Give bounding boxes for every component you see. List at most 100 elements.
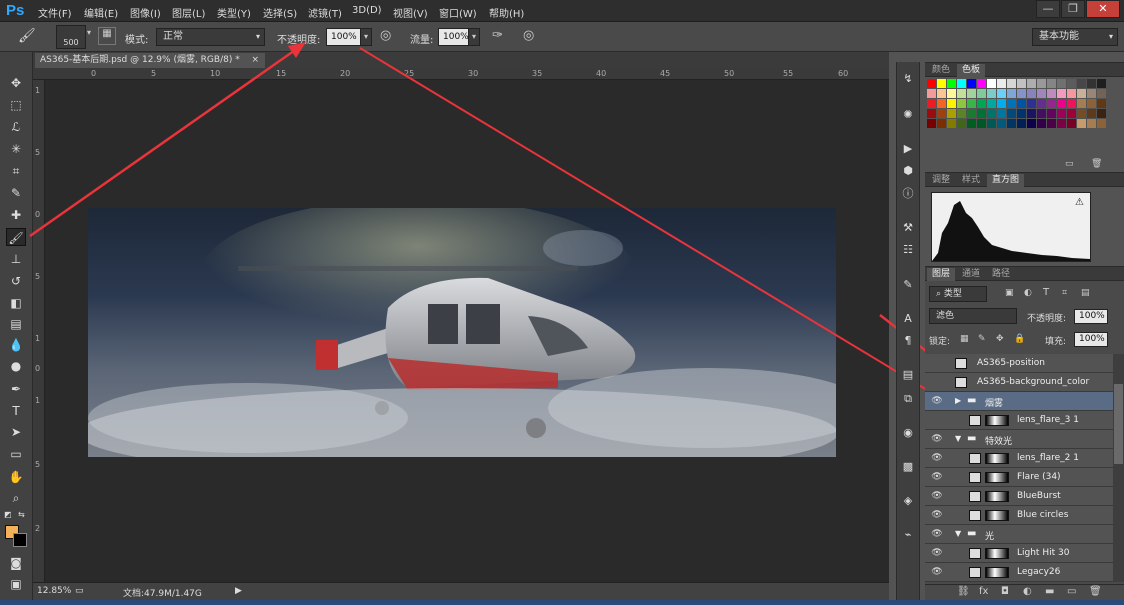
notes-icon[interactable]: ▤ (899, 366, 917, 384)
mask-icon[interactable]: ◘ (1001, 586, 1009, 597)
color-swatch[interactable] (977, 99, 986, 108)
color-swatch[interactable] (1057, 89, 1066, 98)
color-swatch[interactable] (1007, 119, 1016, 128)
color-swatch[interactable] (937, 79, 946, 88)
visibility-eye-icon[interactable]: 👁 (931, 396, 943, 406)
color-swatch[interactable] (1087, 109, 1096, 118)
color-swatch[interactable] (957, 119, 966, 128)
color-swatch[interactable] (1077, 79, 1086, 88)
color-swatch[interactable] (1087, 79, 1096, 88)
color-swatch[interactable] (947, 79, 956, 88)
color-swatch[interactable] (1067, 79, 1076, 88)
brush-settings-icon[interactable]: ✎ (899, 276, 917, 294)
fx-icon[interactable]: fx (979, 586, 988, 597)
layer-filter-select[interactable]: ⌕ 类型 (929, 286, 987, 302)
color-swatch[interactable] (1027, 89, 1036, 98)
color-swatch[interactable] (1057, 119, 1066, 128)
color-swatch[interactable] (937, 89, 946, 98)
timeline-icon[interactable]: ⌁ (899, 526, 917, 544)
layer-row[interactable]: 👁 Blue circles (925, 506, 1113, 525)
visibility-eye-icon[interactable]: 👁 (931, 453, 943, 463)
color-swatch[interactable] (997, 79, 1006, 88)
paragraph-icon[interactable]: ¶ (899, 332, 917, 350)
color-swatch[interactable] (1037, 99, 1046, 108)
color-swatch[interactable] (1087, 99, 1096, 108)
color-swatch[interactable] (987, 99, 996, 108)
layer-row[interactable]: 👁 ▶ ▬ 烟雾 (925, 392, 1113, 411)
color-swatch[interactable] (997, 89, 1006, 98)
visibility-eye-icon[interactable]: 👁 (931, 434, 943, 444)
filter-shape-icon[interactable]: ⌗ (1062, 288, 1067, 298)
color-swatch[interactable] (1037, 79, 1046, 88)
color-swatch[interactable] (1097, 109, 1106, 118)
color-swatch[interactable] (1007, 89, 1016, 98)
tab-paths[interactable]: 路径 (987, 268, 1015, 281)
tab-adjustments[interactable]: 调整 (927, 174, 955, 187)
folder-icon[interactable]: ▬ (1045, 586, 1054, 597)
color-swatch[interactable] (977, 89, 986, 98)
color-swatch[interactable] (1087, 119, 1096, 128)
tab-swatches[interactable]: 色板 (957, 64, 986, 77)
color-swatch[interactable] (987, 109, 996, 118)
visibility-eye-icon[interactable]: 👁 (931, 491, 943, 501)
color-swatch[interactable] (967, 89, 976, 98)
lock-image-icon[interactable]: ✎ (978, 334, 986, 344)
color-swatch[interactable] (1077, 119, 1086, 128)
color-swatch[interactable] (1017, 89, 1026, 98)
3d-icon[interactable]: ⬢ (899, 162, 917, 180)
color-swatch[interactable] (957, 109, 966, 118)
color-swatch[interactable] (947, 89, 956, 98)
visibility-eye-icon[interactable]: 👁 (931, 548, 943, 558)
layer-row[interactable]: AS365-position (925, 354, 1113, 373)
visibility-eye-icon[interactable] (931, 415, 943, 425)
color-swatch[interactable] (1057, 99, 1066, 108)
color-swatch[interactable] (927, 99, 936, 108)
layer-row[interactable]: AS365-background_color (925, 373, 1113, 392)
adjust-settings-icon[interactable]: ☷ (899, 241, 917, 259)
visibility-eye-icon[interactable]: 👁 (931, 510, 943, 520)
layers-scrollbar[interactable] (1113, 354, 1124, 582)
color-swatch[interactable] (1027, 79, 1036, 88)
plugin-icon[interactable]: ◉ (899, 424, 917, 442)
visibility-eye-icon[interactable] (931, 358, 943, 368)
color-swatch[interactable] (1047, 119, 1056, 128)
color-swatch[interactable] (977, 79, 986, 88)
color-swatch[interactable] (1067, 89, 1076, 98)
color-swatch[interactable] (1097, 79, 1106, 88)
fill-input[interactable]: 100% (1074, 332, 1108, 347)
layer-row[interactable]: 👁 ▼ ▬ 特效光 (925, 430, 1113, 449)
color-swatch[interactable] (997, 99, 1006, 108)
color-swatch[interactable] (1007, 99, 1016, 108)
color-swatch[interactable] (1017, 109, 1026, 118)
info-icon[interactable]: ⓘ (899, 185, 917, 203)
color-swatch[interactable] (1037, 109, 1046, 118)
filter-adjustment-icon[interactable]: ◐ (1024, 288, 1032, 298)
color-swatch[interactable] (937, 109, 946, 118)
color-swatch[interactable] (947, 119, 956, 128)
warning-icon[interactable]: ⚠ (1075, 197, 1084, 208)
color-swatch[interactable] (1037, 89, 1046, 98)
color-swatch[interactable] (1027, 109, 1036, 118)
layer-row[interactable]: 👁 BlueBurst (925, 487, 1113, 506)
color-swatch[interactable] (957, 99, 966, 108)
tool-presets-icon[interactable]: ⚒ (899, 219, 917, 237)
filter-pixel-icon[interactable]: ▣ (1005, 288, 1014, 298)
color-swatch[interactable] (957, 79, 966, 88)
styles-icon[interactable]: ◈ (899, 492, 917, 510)
color-swatch[interactable] (997, 109, 1006, 118)
color-swatch[interactable] (1017, 79, 1026, 88)
blend-mode-select[interactable]: 滤色 (929, 308, 1017, 324)
scrollbar-thumb[interactable] (1114, 384, 1123, 464)
collapse-arrow-icon[interactable]: ▼ (955, 529, 961, 538)
color-swatch[interactable] (1077, 89, 1086, 98)
color-swatch[interactable] (927, 109, 936, 118)
color-swatch[interactable] (1027, 99, 1036, 108)
color-swatch[interactable] (1097, 89, 1106, 98)
color-swatch[interactable] (1067, 109, 1076, 118)
color-swatch[interactable] (1047, 99, 1056, 108)
history-panel-icon[interactable]: ↯ (899, 70, 917, 88)
tab-histogram[interactable]: 直方图 (987, 174, 1025, 187)
visibility-eye-icon[interactable] (931, 377, 943, 387)
visibility-eye-icon[interactable]: 👁 (931, 529, 943, 539)
color-swatch[interactable] (947, 99, 956, 108)
